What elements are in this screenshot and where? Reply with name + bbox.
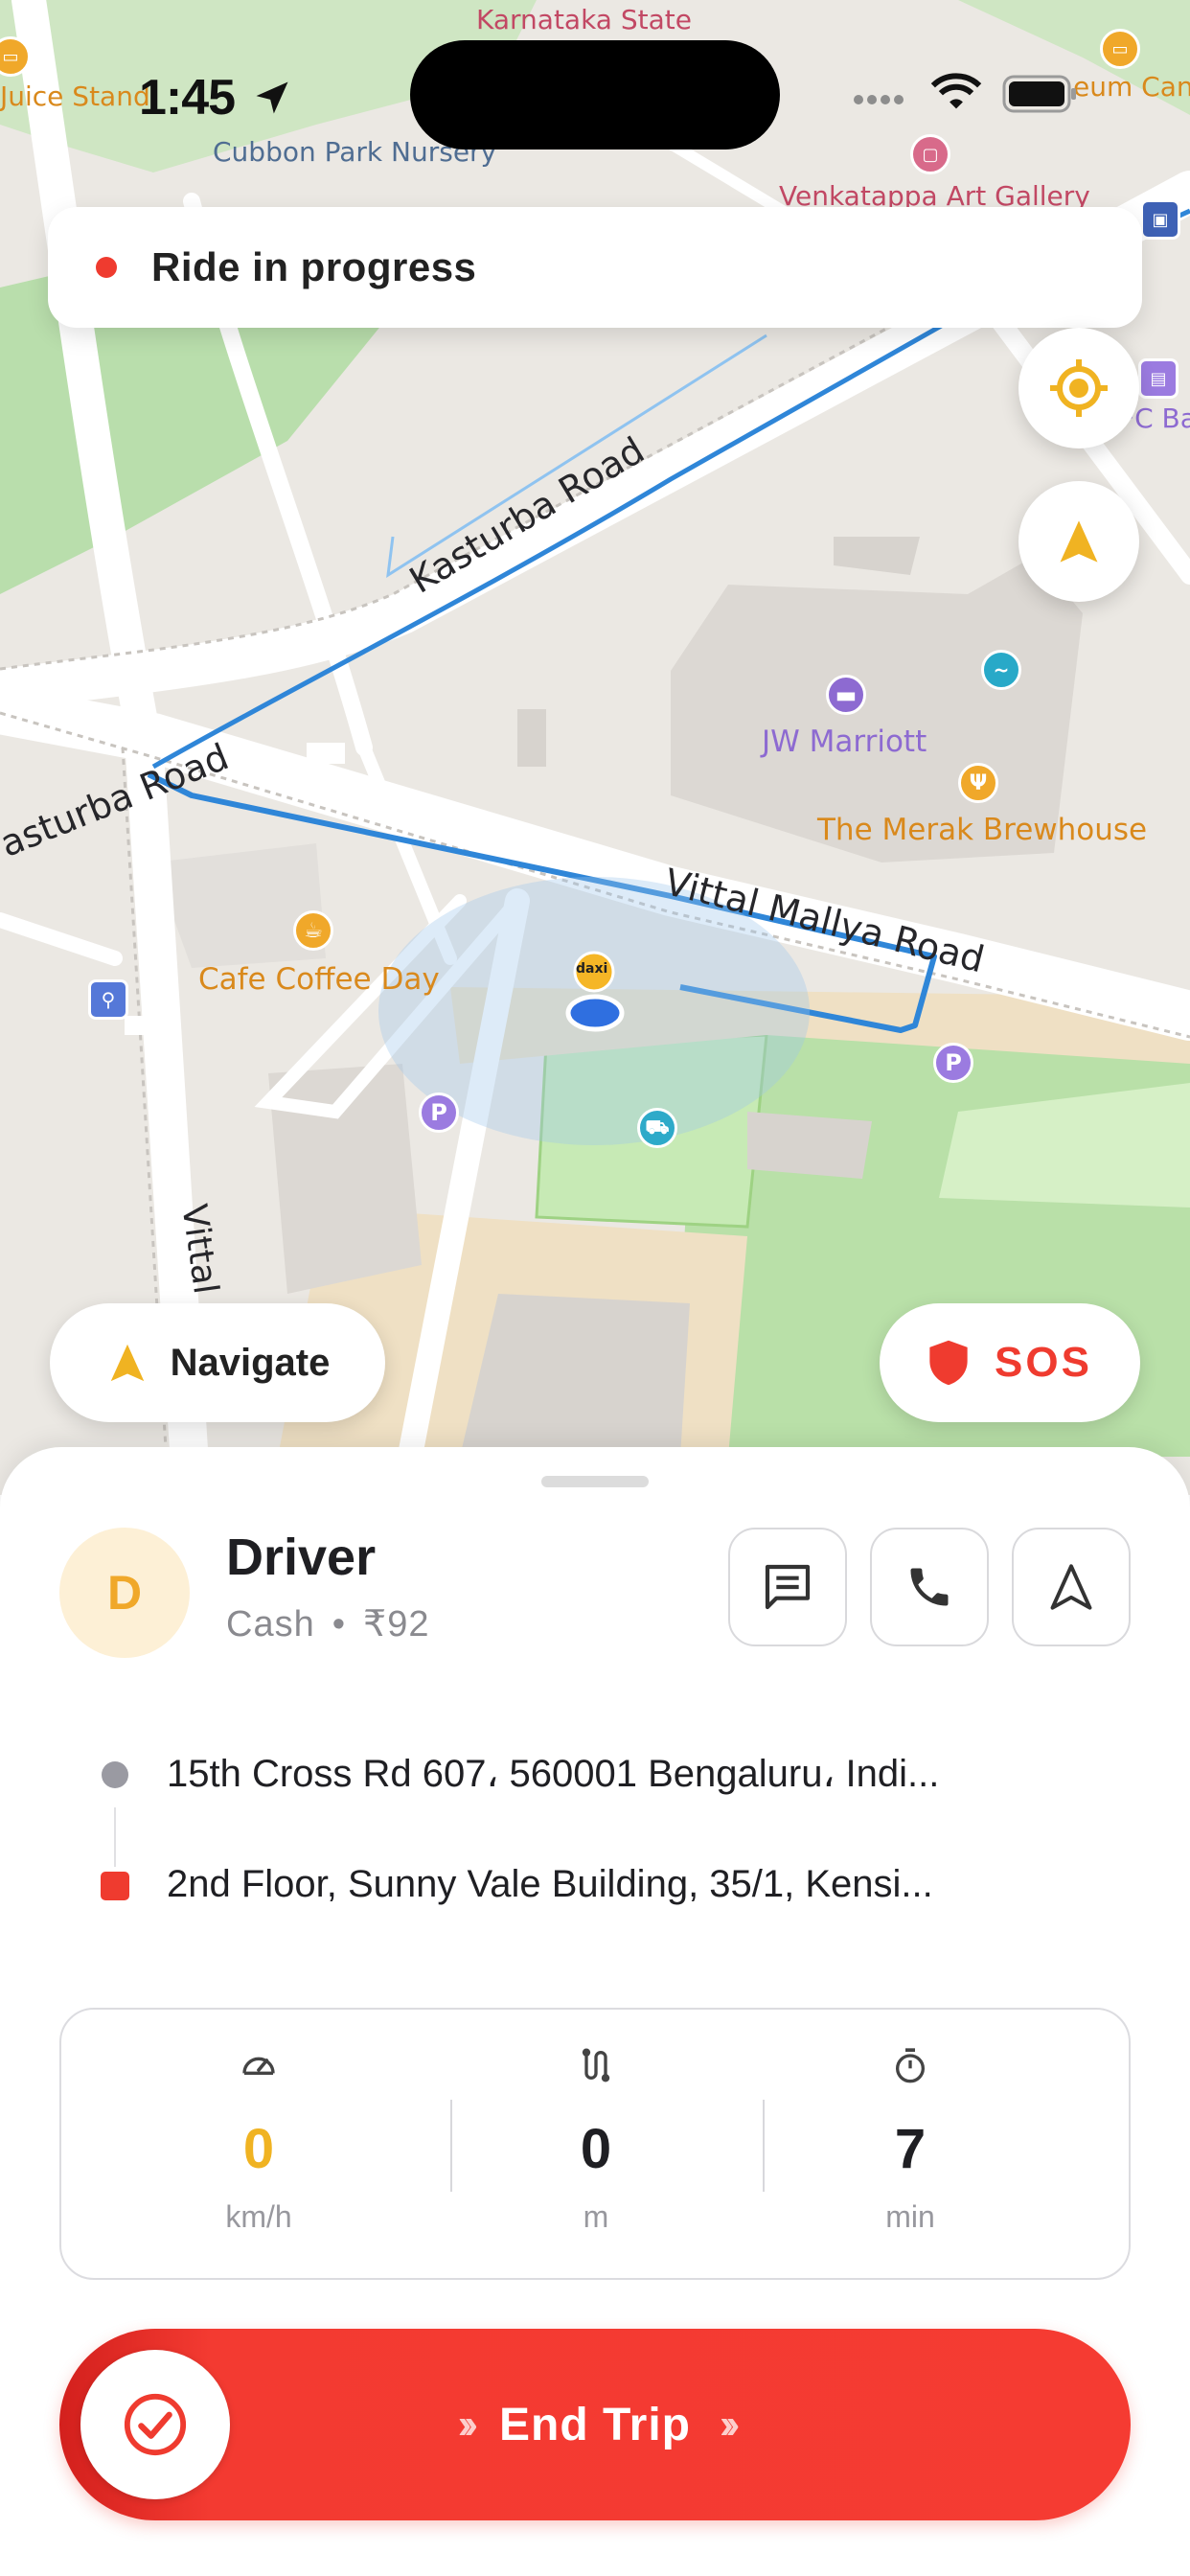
distance-unit: m bbox=[583, 2199, 609, 2234]
call-button[interactable] bbox=[870, 1528, 989, 1646]
bus-icon[interactable]: ▣ bbox=[1140, 199, 1180, 240]
trip-stats-card: 0 km/h 0 m 7 min bbox=[59, 2008, 1131, 2280]
speedometer-icon bbox=[242, 2057, 275, 2075]
crosshair-icon bbox=[1050, 359, 1108, 417]
route-connector bbox=[114, 1807, 116, 1867]
recenter-button[interactable] bbox=[1018, 328, 1139, 448]
ride-status-text: Ride in progress bbox=[151, 244, 477, 289]
time-value: 7 bbox=[894, 2118, 927, 2180]
shopping-cart-icon[interactable]: ⛟ bbox=[637, 1108, 677, 1148]
restaurant-icon[interactable]: Ψ bbox=[958, 763, 998, 803]
end-trip-slider[interactable]: ›› End Trip ›› bbox=[59, 2329, 1131, 2520]
end-trip-handle[interactable] bbox=[80, 2350, 230, 2499]
bank-icon[interactable]: ▤ bbox=[1138, 358, 1179, 399]
status-bar-time: 1:45 bbox=[139, 70, 236, 126]
location-arrow-icon bbox=[256, 81, 288, 114]
navigate-label: Navigate bbox=[170, 1341, 331, 1384]
message-icon bbox=[765, 1564, 811, 1610]
directions-button[interactable] bbox=[1012, 1528, 1131, 1646]
chevrons-right-icon: ›› bbox=[720, 2401, 741, 2448]
pickup-address: 15th Cross Rd 607، 560001 Bengaluru، Ind… bbox=[167, 1753, 940, 1795]
dropoff-marker-icon bbox=[101, 1872, 129, 1900]
route-icon bbox=[582, 2048, 610, 2082]
time-stat: 7 min bbox=[767, 2010, 1054, 2282]
cellular-signal-icon bbox=[854, 95, 904, 104]
dropoff-address: 2nd Floor, Sunny Vale Building, 35/1, Ke… bbox=[167, 1863, 933, 1905]
map-label-juice-stand: Juice Stand bbox=[0, 80, 150, 112]
map-label-cafe-coffee-day: Cafe Coffee Day bbox=[198, 962, 440, 997]
speed-value: 0 bbox=[242, 2118, 275, 2180]
avatar: D bbox=[59, 1528, 190, 1658]
bicycle-icon[interactable]: ⚲ bbox=[88, 979, 128, 1020]
speed-stat: 0 km/h bbox=[115, 2010, 402, 2282]
shield-icon bbox=[929, 1340, 968, 1386]
chevrons-right-icon: ›› bbox=[457, 2401, 479, 2448]
driver-name: Driver bbox=[226, 1529, 377, 1586]
distance-stat: 0 m bbox=[452, 2010, 740, 2282]
pickup-marker-icon bbox=[102, 1761, 128, 1788]
fare-amount: ₹92 bbox=[363, 1604, 430, 1644]
map-label-karnataka-state: Karnataka State bbox=[476, 4, 692, 35]
time-unit: min bbox=[885, 2199, 935, 2234]
swimming-icon[interactable]: ~ bbox=[981, 650, 1021, 690]
trip-bottom-sheet: D Driver Cash • ₹92 15th Cross Rd 607، 560… bbox=[0, 1447, 1190, 2576]
payment-separator: • bbox=[332, 1604, 347, 1644]
map-label-merak-brewhouse: The Merak Brewhouse bbox=[817, 813, 1148, 847]
navigate-button[interactable]: Navigate bbox=[50, 1303, 385, 1422]
distance-value: 0 bbox=[580, 2118, 612, 2180]
cafe-icon[interactable]: ☕ bbox=[293, 910, 333, 951]
sos-button[interactable]: SOS bbox=[880, 1303, 1140, 1422]
dynamic-island bbox=[410, 40, 780, 150]
navigate-icon bbox=[1050, 1564, 1092, 1610]
payment-method: Cash bbox=[226, 1604, 315, 1644]
check-circle-icon bbox=[124, 2393, 187, 2456]
stat-divider bbox=[763, 2100, 765, 2192]
parking-icon-2[interactable]: P bbox=[419, 1092, 459, 1133]
map-label-jw-marriott: JW Marriott bbox=[762, 724, 927, 759]
sos-label: SOS bbox=[995, 1339, 1092, 1386]
end-trip-label: End Trip bbox=[499, 2399, 691, 2450]
museum-icon[interactable]: ▭ bbox=[1100, 29, 1140, 69]
navigation-arrow-icon bbox=[1060, 520, 1098, 563]
car-marker-label: daxi bbox=[576, 961, 608, 977]
heading-button[interactable] bbox=[1018, 481, 1139, 602]
speed-unit: km/h bbox=[225, 2199, 292, 2234]
ride-status-banner: Ride in progress bbox=[48, 207, 1142, 328]
driver-payment-info: Cash • ₹92 bbox=[226, 1602, 429, 1645]
hotel-icon[interactable]: ▬ bbox=[826, 675, 866, 715]
phone-icon bbox=[910, 1568, 949, 1606]
message-button[interactable] bbox=[728, 1528, 847, 1646]
battery-icon bbox=[1002, 75, 1076, 113]
gallery-icon[interactable]: ▢ bbox=[910, 134, 950, 174]
map-label-museum-cafe: eum Cante bbox=[1073, 71, 1190, 103]
ride-status-dot bbox=[96, 257, 117, 278]
sheet-grabber[interactable] bbox=[541, 1476, 649, 1487]
stopwatch-icon bbox=[896, 2048, 925, 2083]
navigation-arrow-icon bbox=[110, 1344, 144, 1382]
wifi-icon bbox=[930, 73, 982, 109]
parking-icon[interactable]: P bbox=[933, 1043, 973, 1083]
